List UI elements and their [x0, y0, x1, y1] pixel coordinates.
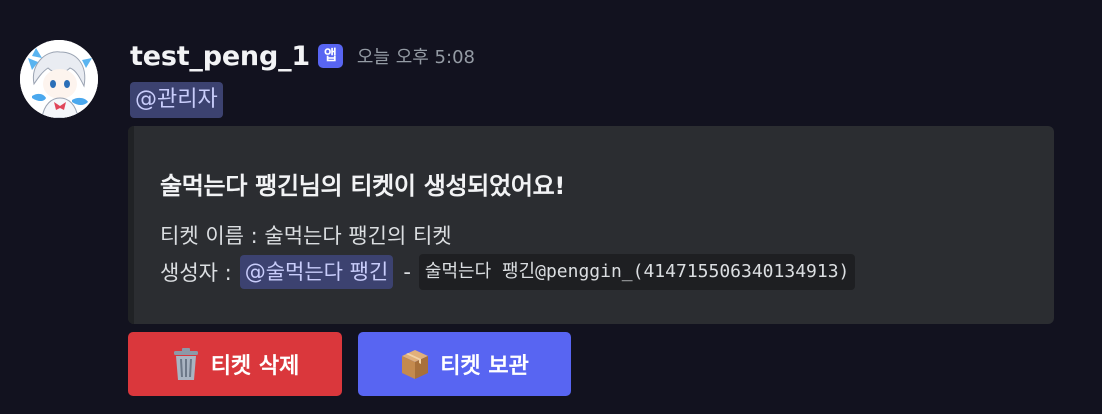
delete-ticket-button[interactable]: 티켓 삭제 — [128, 332, 342, 396]
timestamp[interactable]: 오늘 오후 5:08 — [357, 43, 475, 69]
embed-ticket-name: 티켓 이름 : 술먹는다 팽긴의 티켓 — [160, 224, 452, 248]
archive-ticket-button[interactable]: 티켓 보관 — [358, 332, 571, 396]
embed-accent-bar — [128, 126, 134, 324]
wastebasket-icon — [173, 348, 198, 380]
chat-message: test_peng_1 앱 오늘 오후 5:08 @관리자 술먹는다 팽긴님의 … — [0, 0, 1102, 414]
creator-mention[interactable]: @술먹는다 팽긴 — [239, 255, 394, 289]
message-header: test_peng_1 앱 오늘 오후 5:08 — [130, 38, 475, 74]
username[interactable]: test_peng_1 — [130, 41, 310, 72]
embed-card: 술먹는다 팽긴님의 티켓이 생성되었어요! 티켓 이름 : 술먹는다 팽긴의 티… — [128, 126, 1054, 324]
embed-title: 술먹는다 팽긴님의 티켓이 생성되었어요! — [160, 172, 566, 200]
role-mention[interactable]: @관리자 — [130, 82, 223, 118]
avatar[interactable] — [20, 40, 98, 118]
app-badge: 앱 — [317, 44, 343, 68]
creator-label: 생성자 : — [160, 261, 232, 285]
archive-ticket-label: 티켓 보관 — [440, 354, 529, 379]
package-icon — [402, 350, 429, 379]
delete-ticket-label: 티켓 삭제 — [210, 354, 300, 379]
embed-creator-line: 생성자 : @술먹는다 팽긴 - 술먹는다 팽긴@penggin_(414715… — [160, 252, 856, 292]
separator: - — [403, 260, 411, 284]
action-row: 티켓 삭제 티켓 보관 — [128, 332, 587, 396]
anime-character-avatar-icon — [20, 40, 98, 118]
creator-code: 술먹는다 팽긴@penggin_(414715506340134913) — [418, 254, 856, 290]
